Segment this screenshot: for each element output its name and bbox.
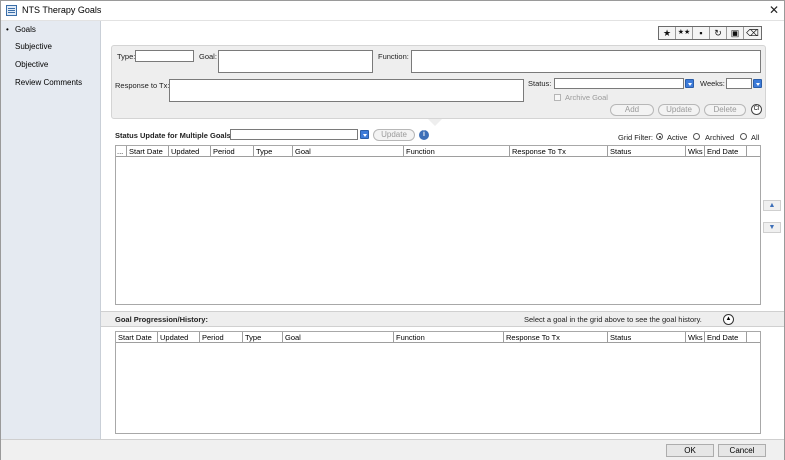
filter-all-radio[interactable] xyxy=(740,133,747,140)
dialog-footer: OK Cancel xyxy=(1,439,784,460)
star-icon[interactable]: ★ xyxy=(659,27,676,39)
history-hint: Select a goal in the grid above to see t… xyxy=(524,315,702,324)
response-label: Response to Tx: xyxy=(115,81,170,90)
hist-col-status[interactable]: Status xyxy=(608,332,686,343)
goals-grid-header: ... Start Date Updated Period Type Goal … xyxy=(116,146,760,157)
col-period[interactable]: Period xyxy=(211,146,254,157)
close-icon[interactable]: ✕ xyxy=(766,2,782,18)
archive-goal-checkbox[interactable] xyxy=(554,94,561,101)
hist-col-goal[interactable]: Goal xyxy=(283,332,394,343)
response-input[interactable] xyxy=(169,79,524,102)
col-end-date[interactable]: End Date xyxy=(705,146,747,157)
hist-col-start-date[interactable]: Start Date xyxy=(116,332,158,343)
clear-button[interactable]: Cl xyxy=(751,104,762,115)
col-type[interactable]: Type xyxy=(254,146,293,157)
status-update-label: Status Update for Multiple Goals: xyxy=(115,131,234,140)
eraser-icon[interactable]: ⌫ xyxy=(744,27,761,39)
archive-goal-label: Archive Goal xyxy=(565,93,608,102)
grid-filter-label: Grid Filter: xyxy=(618,133,654,142)
title-bar: NTS Therapy Goals ✕ xyxy=(1,1,784,21)
weeks-label: Weeks: xyxy=(700,79,725,88)
goal-input[interactable] xyxy=(218,50,373,73)
hist-col-type[interactable]: Type xyxy=(243,332,283,343)
info-icon[interactable]: i xyxy=(419,130,429,140)
function-label: Function: xyxy=(378,52,409,61)
col-status[interactable]: Status xyxy=(608,146,686,157)
sidebar-item-goals[interactable]: Goals xyxy=(15,25,36,34)
function-input[interactable] xyxy=(411,50,761,73)
window-icon xyxy=(6,5,17,16)
type-input[interactable] xyxy=(135,50,194,62)
save-icon[interactable]: ▪ xyxy=(693,27,710,39)
hist-col-end-date[interactable]: End Date xyxy=(705,332,747,343)
type-label: Type: xyxy=(117,52,136,61)
filter-archived-radio[interactable] xyxy=(693,133,700,140)
multi-star-icon[interactable]: ★★ xyxy=(676,27,693,39)
weeks-select[interactable] xyxy=(726,78,752,89)
history-grid[interactable]: Start Date Updated Period Type Goal Func… xyxy=(115,331,761,434)
add-button[interactable]: Add xyxy=(610,104,654,116)
toolbar: ★ ★★ ▪ ↻ ▣ ⌫ xyxy=(658,26,762,40)
hist-col-function[interactable]: Function xyxy=(394,332,504,343)
col-menu[interactable]: ... xyxy=(116,146,127,157)
goal-entry-panel: Type: Goal: Function: Response to Tx: St… xyxy=(111,45,766,119)
panel-pointer xyxy=(428,119,442,126)
hist-col-updated[interactable]: Updated xyxy=(158,332,200,343)
status-label: Status: xyxy=(528,79,552,88)
collapse-history-icon[interactable]: ▲ xyxy=(723,314,734,325)
col-start-date[interactable]: Start Date xyxy=(127,146,169,157)
history-header-bar: Goal Progression/History: Select a goal … xyxy=(101,311,784,327)
filter-all-label: All xyxy=(751,133,760,142)
delete-button[interactable]: Delete xyxy=(704,104,746,116)
history-grid-header: Start Date Updated Period Type Goal Func… xyxy=(116,332,760,343)
sidebar-item-subjective[interactable]: Subjective xyxy=(15,42,52,51)
sidebar: • Goals Subjective Objective Review Comm… xyxy=(1,21,101,439)
therapy-goals-window: NTS Therapy Goals ✕ • Goals Subjective O… xyxy=(0,0,785,460)
weeks-dropdown-icon[interactable] xyxy=(753,79,762,88)
active-bullet-icon: • xyxy=(6,25,9,34)
sidebar-item-review-comments[interactable]: Review Comments xyxy=(15,78,82,87)
multi-update-button[interactable]: Update xyxy=(373,129,415,141)
clipboard-icon[interactable]: ▣ xyxy=(727,27,744,39)
col-response[interactable]: Response To Tx xyxy=(510,146,608,157)
status-dropdown-icon[interactable] xyxy=(685,79,694,88)
multi-status-dropdown-icon[interactable] xyxy=(360,130,369,139)
filter-archived-label: Archived xyxy=(705,133,735,142)
status-select[interactable] xyxy=(554,78,684,89)
multi-status-select[interactable] xyxy=(230,129,358,140)
refresh-icon[interactable]: ↻ xyxy=(710,27,727,39)
col-updated[interactable]: Updated xyxy=(169,146,211,157)
window-title: NTS Therapy Goals xyxy=(22,5,102,15)
col-goal[interactable]: Goal xyxy=(293,146,404,157)
goals-grid[interactable]: ... Start Date Updated Period Type Goal … xyxy=(115,145,761,305)
hist-col-period[interactable]: Period xyxy=(200,332,243,343)
goal-label: Goal: xyxy=(199,52,217,61)
sidebar-item-objective[interactable]: Objective xyxy=(15,60,48,69)
hist-col-response[interactable]: Response To Tx xyxy=(504,332,608,343)
move-up-icon[interactable]: ▲ xyxy=(763,200,781,211)
filter-active-radio[interactable] xyxy=(656,133,663,140)
update-button[interactable]: Update xyxy=(658,104,700,116)
col-wks[interactable]: Wks xyxy=(686,146,705,157)
history-title: Goal Progression/History: xyxy=(115,315,208,324)
col-function[interactable]: Function xyxy=(404,146,510,157)
filter-active-label: Active xyxy=(667,133,688,142)
cancel-button[interactable]: Cancel xyxy=(718,444,766,457)
move-down-icon[interactable]: ▼ xyxy=(763,222,781,233)
ok-button[interactable]: OK xyxy=(666,444,714,457)
hist-col-wks[interactable]: Wks xyxy=(686,332,705,343)
